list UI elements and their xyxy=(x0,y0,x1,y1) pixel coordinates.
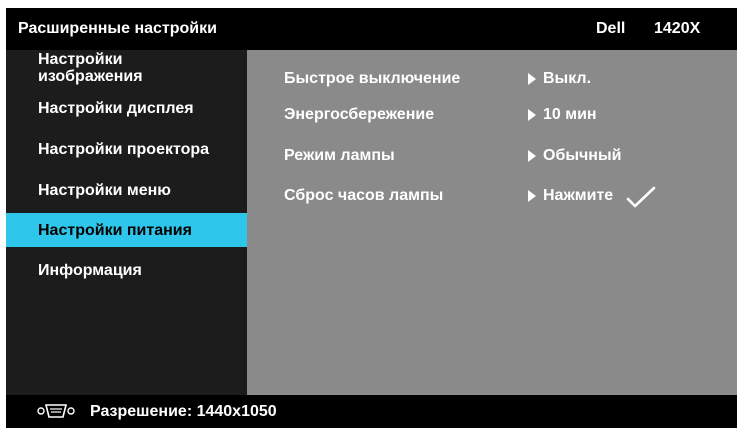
setting-row-quick-shutdown[interactable]: Быстрое выключение Выкл. xyxy=(247,67,737,91)
status-bar: Разрешение: 1440x1050 xyxy=(6,395,737,428)
osd-header: Расширенные настройки Dell 1420X xyxy=(6,8,737,50)
setting-value: 10 мин xyxy=(543,106,597,123)
sidebar-item-label: Информация xyxy=(38,261,142,279)
sidebar-item-power-settings[interactable]: Настройки питания xyxy=(6,213,247,247)
setting-label: Сброс часов лампы xyxy=(284,187,444,204)
arrow-right-icon xyxy=(528,150,536,162)
sidebar-item-label: Настройки проектора xyxy=(38,140,210,158)
sidebar-item-label: Настройки питания xyxy=(38,221,192,239)
model-label: 1420X xyxy=(654,20,701,37)
arrow-right-icon xyxy=(528,190,536,202)
setting-row-lamp-mode[interactable]: Режим лампы Обычный xyxy=(247,144,737,168)
sidebar-item-label: Настройки дисплея xyxy=(38,99,194,117)
sidebar-item-projector-settings[interactable]: Настройки проектора xyxy=(6,132,247,166)
setting-value: Выкл. xyxy=(543,70,592,87)
setting-label: Быстрое выключение xyxy=(284,70,461,87)
arrow-right-icon xyxy=(528,109,536,121)
sidebar-item-image-settings[interactable]: Настройки изображения xyxy=(6,50,247,86)
sidebar-item-label: Настройки меню xyxy=(38,181,171,199)
osd-menu: Расширенные настройки Dell 1420X Настрой… xyxy=(6,8,737,428)
resolution-readout: Разрешение: 1440x1050 xyxy=(90,403,277,420)
sidebar-item-label: Настройки изображения xyxy=(38,51,143,85)
checkmark-icon[interactable] xyxy=(626,186,656,213)
setting-row-lamp-hour-reset[interactable]: Сброс часов лампы Нажмите xyxy=(247,184,737,208)
sidebar-item-information[interactable]: Информация xyxy=(6,253,247,287)
sidebar-item-display-settings[interactable]: Настройки дисплея xyxy=(6,91,247,125)
vga-port-icon xyxy=(37,403,75,424)
setting-row-power-saving[interactable]: Энергосбережение 10 мин xyxy=(247,103,737,127)
brand-label: Dell xyxy=(596,20,626,37)
setting-value: Обычный xyxy=(543,147,622,164)
menu-title: Расширенные настройки xyxy=(18,20,217,37)
settings-panel: Быстрое выключение Выкл. Энергосбережени… xyxy=(247,50,737,395)
setting-label: Режим лампы xyxy=(284,147,395,164)
sidebar: Настройки изображения Настройки дисплея … xyxy=(6,50,247,395)
arrow-right-icon xyxy=(528,73,536,85)
setting-label: Энергосбережение xyxy=(284,106,435,123)
setting-value: Нажмите xyxy=(543,187,614,204)
sidebar-item-menu-settings[interactable]: Настройки меню xyxy=(6,173,247,207)
